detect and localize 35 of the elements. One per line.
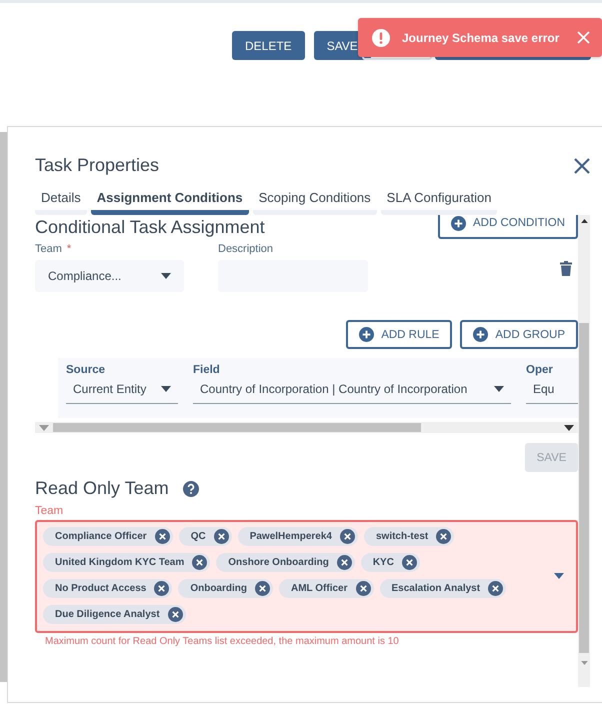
rule-select[interactable]: Country of Incorporation | Country of Incorporation [193,382,511,404]
team-tag: Compliance Officer [43,527,173,546]
column-label: Source [66,364,106,376]
team-tag: Escalation Analyst [380,579,506,598]
team-tag: AML Officer [279,579,374,598]
field-label: Team [35,505,64,517]
team-tag: switch-test [364,527,454,546]
add-condition-button[interactable]: ADD CONDITION [438,215,578,239]
field-label: Team * [35,243,72,255]
toolbar-button[interactable]: DELETE [232,31,305,60]
team-tag: QC [178,527,232,546]
team-tag: United Kingdom KYC Team [43,553,210,572]
field-label: Description [218,243,274,255]
team-tag: Due Diligence Analyst [43,605,186,624]
add-group-button[interactable]: ADD GROUP [460,320,578,349]
team-select[interactable]: Compliance... [35,260,184,292]
tab[interactable]: Assignment Conditions [90,190,249,215]
required-mark: * [66,243,72,255]
tab[interactable]: Details [35,190,87,215]
tab[interactable]: Scoping Conditions [252,190,377,215]
column-label: Oper [526,364,554,376]
team-tag: KYC [360,553,420,572]
section-heading: Conditional Task Assignment [35,217,265,238]
team-tag: No Product Access [43,579,172,598]
team-multiselect[interactable]: Compliance Officer QC PawelHemperek4 switch-test United Kingdom KYC Team Onshore Onboarding KYC No Product Access Onboarding AML Officer Escalation Analyst Due Diligence Analyst [35,520,578,633]
team-tag: Onshore Onboarding [216,553,355,572]
add-rule-button[interactable]: ADD RULE [346,320,452,349]
toast-message: Journey Schema save error [402,30,560,44]
section-heading: Read Only Team [35,478,169,499]
rule-select[interactable]: Current Entity [66,382,178,404]
dialog-title: Task Properties [35,155,160,176]
team-tag: PawelHemperek4 [238,527,358,546]
error-message: Maximum count for Read Only Teams list exceeded, the maximum amount is 10 [45,636,400,647]
team-tag: Onboarding [178,579,273,598]
column-label: Field [193,364,221,376]
